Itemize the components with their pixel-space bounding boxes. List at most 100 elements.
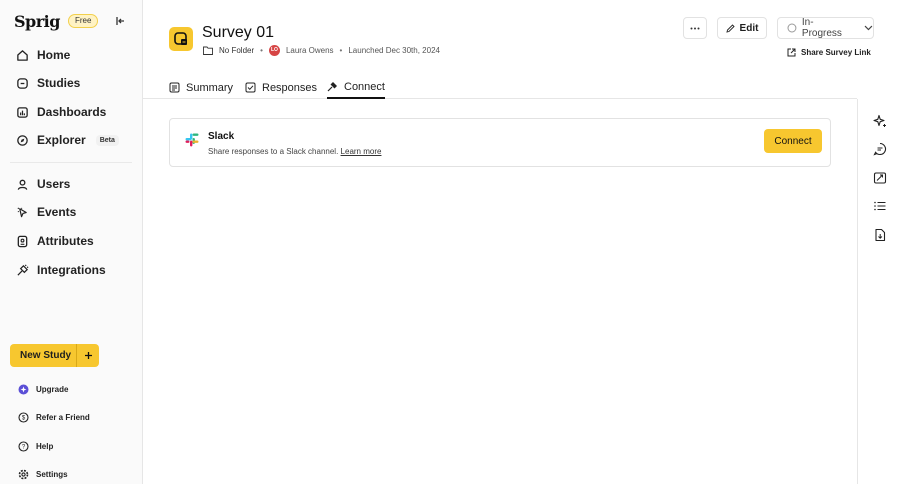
sidebar-item-label: Attributes xyxy=(37,234,94,248)
tab-bar: Summary Responses Connect xyxy=(143,76,857,99)
survey-type-icon xyxy=(169,27,193,51)
dashboards-icon xyxy=(17,106,28,118)
sidebar-item-dashboards[interactable]: Dashboards xyxy=(10,100,134,124)
list-icon xyxy=(874,201,886,211)
sidebar-item-label: Explorer xyxy=(37,133,86,147)
footer-item-settings[interactable]: Settings xyxy=(18,467,68,481)
folder-name[interactable]: No Folder xyxy=(219,46,254,55)
beta-badge: Beta xyxy=(95,134,119,146)
right-rail xyxy=(857,99,900,484)
chat-icon xyxy=(873,142,887,156)
logo[interactable]: Sprig xyxy=(14,12,60,31)
sidebar-item-label: Dashboards xyxy=(37,105,107,119)
more-options-button[interactable] xyxy=(683,17,707,39)
attributes-icon xyxy=(17,235,28,247)
sparkle-icon xyxy=(873,114,886,127)
sidebar-item-explorer[interactable]: Explorer Beta xyxy=(10,128,134,152)
explorer-icon xyxy=(17,134,28,146)
avatar: LO xyxy=(268,44,280,56)
integration-description: Share responses to a Slack channel. Lear… xyxy=(208,147,381,156)
connect-icon xyxy=(327,82,337,92)
footer-item-refer[interactable]: $ Refer a Friend xyxy=(18,410,90,424)
sidebar-item-label: Home xyxy=(37,48,71,62)
owner-name: Laura Owens xyxy=(285,45,334,55)
logo-row: Sprig Free xyxy=(14,12,134,32)
separator-dot: • xyxy=(260,45,263,55)
separator-dot: • xyxy=(339,45,343,55)
survey-meta: No Folder • LO Laura Owens • Launched De… xyxy=(203,44,440,56)
tab-label: Summary xyxy=(186,81,234,94)
footer-item-help[interactable]: ? Help xyxy=(18,439,53,453)
rail-preview-button[interactable] xyxy=(872,170,888,186)
slack-logo-icon xyxy=(185,133,199,147)
share-survey-link[interactable]: Share Survey Link xyxy=(787,46,871,58)
footer-item-label: Settings xyxy=(36,469,68,479)
sidebar-item-label: Studies xyxy=(37,76,81,90)
sidebar-item-home[interactable]: Home xyxy=(10,43,134,67)
sidebar-item-attributes[interactable]: Attributes xyxy=(10,229,134,253)
footer-item-label: Upgrade xyxy=(36,384,69,394)
integrations-icon xyxy=(17,264,29,276)
status-dropdown[interactable]: In-Progress xyxy=(777,17,874,39)
help-icon: ? xyxy=(18,440,29,452)
settings-icon xyxy=(18,469,29,479)
plus-icon xyxy=(84,352,92,359)
external-link-icon xyxy=(787,48,796,56)
users-icon xyxy=(17,179,28,190)
tab-label: Connect xyxy=(344,80,385,93)
collapse-sidebar-button[interactable] xyxy=(113,12,127,30)
summary-icon xyxy=(169,82,180,93)
rail-ai-button[interactable] xyxy=(872,113,888,129)
new-study-plus-button[interactable] xyxy=(76,344,99,367)
footer-item-upgrade[interactable]: Upgrade xyxy=(18,382,68,396)
integration-description-text: Share responses to a Slack channel. xyxy=(208,147,339,156)
sidebar: Sprig Free Home Studies Dashboards Explo… xyxy=(0,0,143,484)
launch-date: Launched Dec 30th, 2024 xyxy=(348,45,440,55)
collapse-icon xyxy=(116,17,124,25)
upgrade-icon xyxy=(18,384,29,394)
plan-badge: Free xyxy=(68,14,99,28)
edit-button[interactable]: Edit xyxy=(717,17,767,39)
survey-icon xyxy=(174,32,187,45)
footer-item-label: Refer a Friend xyxy=(36,412,90,422)
home-icon xyxy=(17,49,28,61)
pencil-icon xyxy=(725,23,735,33)
svg-text:?: ? xyxy=(22,444,26,450)
sidebar-item-users[interactable]: Users xyxy=(10,172,134,196)
document-icon xyxy=(875,228,886,242)
connect-slack-button[interactable]: Connect xyxy=(764,129,822,153)
status-label: In-Progress xyxy=(801,17,842,39)
slack-integration-card: Slack Share responses to a Slack channel… xyxy=(169,118,831,167)
svg-text:$: $ xyxy=(22,415,26,421)
tab-responses[interactable]: Responses xyxy=(245,76,317,99)
integration-name: Slack xyxy=(208,131,235,142)
more-horizontal-icon xyxy=(690,27,700,29)
refer-icon: $ xyxy=(18,411,29,423)
responses-icon xyxy=(245,82,256,93)
footer-item-label: Help xyxy=(36,441,54,451)
learn-more-link[interactable]: Learn more xyxy=(341,147,382,156)
sidebar-item-integrations[interactable]: Integrations xyxy=(10,258,134,282)
chevron-down-icon xyxy=(864,25,873,31)
sidebar-item-label: Users xyxy=(37,177,71,191)
screen-icon xyxy=(873,172,887,184)
page-title: Survey 01 xyxy=(202,24,275,41)
rail-comments-button[interactable] xyxy=(872,141,888,157)
events-icon xyxy=(17,206,27,217)
tab-connect[interactable]: Connect xyxy=(327,76,385,99)
sidebar-item-label: Integrations xyxy=(37,263,106,277)
studies-icon xyxy=(17,77,28,89)
rail-list-button[interactable] xyxy=(872,198,888,214)
new-study-button[interactable]: New Study xyxy=(10,344,76,367)
share-label: Share Survey Link xyxy=(801,47,871,57)
sidebar-item-studies[interactable]: Studies xyxy=(10,71,134,95)
edit-label: Edit xyxy=(739,22,759,34)
rail-export-button[interactable] xyxy=(872,227,888,243)
status-circle-icon xyxy=(787,23,797,33)
sidebar-item-label: Events xyxy=(37,205,77,219)
sidebar-item-events[interactable]: Events xyxy=(10,200,134,224)
tab-summary[interactable]: Summary xyxy=(169,76,233,99)
folder-icon xyxy=(203,46,213,55)
sidebar-divider xyxy=(10,162,132,163)
new-study-group: New Study xyxy=(10,344,99,367)
